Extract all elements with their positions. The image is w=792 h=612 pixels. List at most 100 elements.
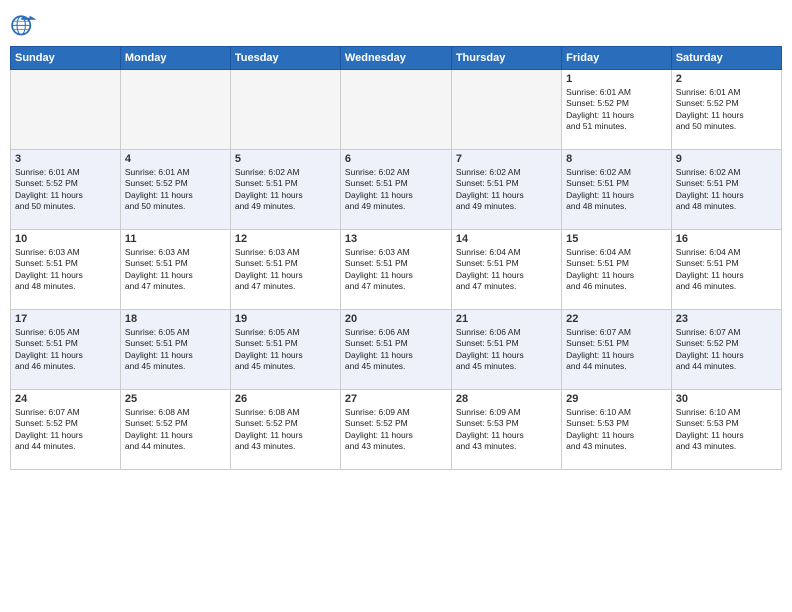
day-number: 13 xyxy=(345,233,447,245)
day-number: 26 xyxy=(235,393,336,405)
day-number: 24 xyxy=(15,393,116,405)
empty-cell xyxy=(11,70,121,150)
day-cell-21: 21Sunrise: 6:06 AM Sunset: 5:51 PM Dayli… xyxy=(451,310,561,390)
day-number: 14 xyxy=(456,233,557,245)
day-number: 9 xyxy=(676,153,777,165)
day-info: Sunrise: 6:10 AM Sunset: 5:53 PM Dayligh… xyxy=(566,407,667,453)
day-cell-9: 9 Sunrise: 6:02 AM Sunset: 5:51 PM Daylig… xyxy=(671,150,781,230)
day-number: 15 xyxy=(566,233,667,245)
day-info: Sunrise: 6:07 AM Sunset: 5:52 PM Dayligh… xyxy=(15,407,116,453)
day-number: 11 xyxy=(125,233,226,245)
day-number: 28 xyxy=(456,393,557,405)
day-number: 16 xyxy=(676,233,777,245)
empty-cell xyxy=(340,70,451,150)
day-info: Sunrise: 6:05 AM Sunset: 5:51 PM Dayligh… xyxy=(15,327,116,373)
day-info: Sunrise: 6:02 AM Sunset: 5:51 PM Dayligh… xyxy=(345,167,447,213)
day-cell-10: 10Sunrise: 6:03 AM Sunset: 5:51 PM Dayli… xyxy=(11,230,121,310)
day-cell-22: 22Sunrise: 6:07 AM Sunset: 5:51 PM Dayli… xyxy=(562,310,672,390)
day-number: 21 xyxy=(456,313,557,325)
day-number: 8 xyxy=(566,153,667,165)
day-number: 25 xyxy=(125,393,226,405)
day-info: Sunrise: 6:01 AM Sunset: 5:52 PM Dayligh… xyxy=(676,87,777,133)
day-cell-14: 14 Sunrise: 6:04 AM Sunset: 5:51 PM Dayli… xyxy=(451,230,561,310)
day-info: Sunrise: 6:08 AM Sunset: 5:52 PM Dayligh… xyxy=(125,407,226,453)
day-cell-13: 13 Sunrise: 6:03 AM Sunset: 5:51 PM Dayli… xyxy=(340,230,451,310)
day-cell-11: 11 Sunrise: 6:03 AM Sunset: 5:51 PM Dayli… xyxy=(120,230,230,310)
day-info: Sunrise: 6:08 AM Sunset: 5:52 PM Dayligh… xyxy=(235,407,336,453)
day-info: Sunrise: 6:09 AM Sunset: 5:53 PM Dayligh… xyxy=(456,407,557,453)
day-info: Sunrise: 6:07 AM Sunset: 5:51 PM Dayligh… xyxy=(566,327,667,373)
weekday-header-friday: Friday xyxy=(562,47,672,70)
weekday-header-row: SundayMondayTuesdayWednesdayThursdayFrid… xyxy=(11,47,782,70)
week-row-1: 1 Sunrise: 6:01 AM Sunset: 5:52 PM Daylig… xyxy=(11,70,782,150)
day-cell-27: 27Sunrise: 6:09 AM Sunset: 5:52 PM Dayli… xyxy=(340,390,451,470)
day-info: Sunrise: 6:02 AM Sunset: 5:51 PM Dayligh… xyxy=(235,167,336,213)
day-number: 4 xyxy=(125,153,226,165)
day-cell-12: 12Sunrise: 6:03 AM Sunset: 5:51 PM Dayli… xyxy=(230,230,340,310)
empty-cell xyxy=(451,70,561,150)
day-cell-4: 4 Sunrise: 6:01 AM Sunset: 5:52 PM Daylig… xyxy=(120,150,230,230)
week-row-2: 3 Sunrise: 6:01 AM Sunset: 5:52 PM Daylig… xyxy=(11,150,782,230)
logo-icon xyxy=(10,10,38,38)
empty-cell xyxy=(120,70,230,150)
day-info: Sunrise: 6:01 AM Sunset: 5:52 PM Dayligh… xyxy=(566,87,667,133)
week-row-3: 10Sunrise: 6:03 AM Sunset: 5:51 PM Dayli… xyxy=(11,230,782,310)
day-info: Sunrise: 6:05 AM Sunset: 5:51 PM Dayligh… xyxy=(235,327,336,373)
day-cell-7: 7 Sunrise: 6:02 AM Sunset: 5:51 PM Daylig… xyxy=(451,150,561,230)
day-number: 19 xyxy=(235,313,336,325)
header xyxy=(10,10,782,38)
day-info: Sunrise: 6:06 AM Sunset: 5:51 PM Dayligh… xyxy=(345,327,447,373)
day-number: 1 xyxy=(566,73,667,85)
day-number: 3 xyxy=(15,153,116,165)
day-cell-6: 6 Sunrise: 6:02 AM Sunset: 5:51 PM Daylig… xyxy=(340,150,451,230)
day-cell-23: 23Sunrise: 6:07 AM Sunset: 5:52 PM Dayli… xyxy=(671,310,781,390)
weekday-header-thursday: Thursday xyxy=(451,47,561,70)
day-number: 2 xyxy=(676,73,777,85)
day-number: 30 xyxy=(676,393,777,405)
day-info: Sunrise: 6:10 AM Sunset: 5:53 PM Dayligh… xyxy=(676,407,777,453)
weekday-header-monday: Monday xyxy=(120,47,230,70)
day-info: Sunrise: 6:04 AM Sunset: 5:51 PM Dayligh… xyxy=(456,247,557,293)
day-cell-29: 29 Sunrise: 6:10 AM Sunset: 5:53 PM Dayli… xyxy=(562,390,672,470)
page: SundayMondayTuesdayWednesdayThursdayFrid… xyxy=(0,0,792,612)
day-cell-17: 17 Sunrise: 6:05 AM Sunset: 5:51 PM Dayli… xyxy=(11,310,121,390)
day-cell-15: 15 Sunrise: 6:04 AM Sunset: 5:51 PM Dayli… xyxy=(562,230,672,310)
day-number: 6 xyxy=(345,153,447,165)
day-cell-28: 28 Sunrise: 6:09 AM Sunset: 5:53 PM Dayli… xyxy=(451,390,561,470)
day-cell-1: 1 Sunrise: 6:01 AM Sunset: 5:52 PM Daylig… xyxy=(562,70,672,150)
day-number: 27 xyxy=(345,393,447,405)
day-info: Sunrise: 6:07 AM Sunset: 5:52 PM Dayligh… xyxy=(676,327,777,373)
day-info: Sunrise: 6:02 AM Sunset: 5:51 PM Dayligh… xyxy=(456,167,557,213)
day-cell-20: 20 Sunrise: 6:06 AM Sunset: 5:51 PM Dayli… xyxy=(340,310,451,390)
weekday-header-saturday: Saturday xyxy=(671,47,781,70)
week-row-5: 24 Sunrise: 6:07 AM Sunset: 5:52 PM Dayli… xyxy=(11,390,782,470)
day-info: Sunrise: 6:04 AM Sunset: 5:51 PM Dayligh… xyxy=(676,247,777,293)
day-number: 29 xyxy=(566,393,667,405)
logo xyxy=(10,10,42,38)
week-row-4: 17 Sunrise: 6:05 AM Sunset: 5:51 PM Dayli… xyxy=(11,310,782,390)
weekday-header-sunday: Sunday xyxy=(11,47,121,70)
day-info: Sunrise: 6:03 AM Sunset: 5:51 PM Dayligh… xyxy=(345,247,447,293)
day-cell-8: 8 Sunrise: 6:02 AM Sunset: 5:51 PM Daylig… xyxy=(562,150,672,230)
day-number: 5 xyxy=(235,153,336,165)
day-number: 7 xyxy=(456,153,557,165)
day-info: Sunrise: 6:04 AM Sunset: 5:51 PM Dayligh… xyxy=(566,247,667,293)
day-cell-24: 24 Sunrise: 6:07 AM Sunset: 5:52 PM Dayli… xyxy=(11,390,121,470)
day-info: Sunrise: 6:03 AM Sunset: 5:51 PM Dayligh… xyxy=(235,247,336,293)
day-info: Sunrise: 6:02 AM Sunset: 5:51 PM Dayligh… xyxy=(676,167,777,213)
day-cell-16: 16 Sunrise: 6:04 AM Sunset: 5:51 PM Dayli… xyxy=(671,230,781,310)
day-cell-25: 25 Sunrise: 6:08 AM Sunset: 5:52 PM Dayli… xyxy=(120,390,230,470)
day-info: Sunrise: 6:01 AM Sunset: 5:52 PM Dayligh… xyxy=(125,167,226,213)
day-info: Sunrise: 6:03 AM Sunset: 5:51 PM Dayligh… xyxy=(125,247,226,293)
day-info: Sunrise: 6:02 AM Sunset: 5:51 PM Dayligh… xyxy=(566,167,667,213)
day-cell-3: 3 Sunrise: 6:01 AM Sunset: 5:52 PM Daylig… xyxy=(11,150,121,230)
day-cell-19: 19 Sunrise: 6:05 AM Sunset: 5:51 PM Dayli… xyxy=(230,310,340,390)
day-info: Sunrise: 6:01 AM Sunset: 5:52 PM Dayligh… xyxy=(15,167,116,213)
day-cell-30: 30 Sunrise: 6:10 AM Sunset: 5:53 PM Dayli… xyxy=(671,390,781,470)
empty-cell xyxy=(230,70,340,150)
weekday-header-wednesday: Wednesday xyxy=(340,47,451,70)
day-cell-26: 26 Sunrise: 6:08 AM Sunset: 5:52 PM Dayli… xyxy=(230,390,340,470)
day-number: 17 xyxy=(15,313,116,325)
day-cell-5: 5 Sunrise: 6:02 AM Sunset: 5:51 PM Daylig… xyxy=(230,150,340,230)
day-number: 20 xyxy=(345,313,447,325)
